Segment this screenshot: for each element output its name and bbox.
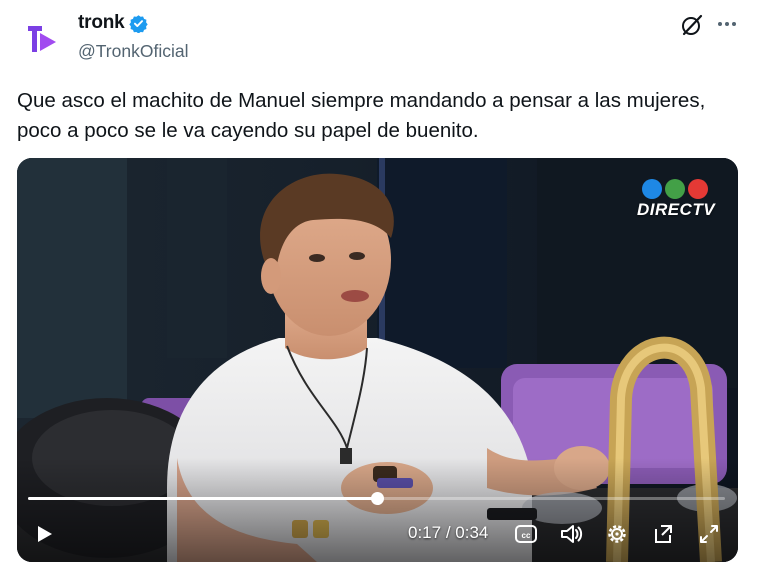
tweet-text-line-1: Que asco el machito de Manuel siempre ma… <box>17 89 706 112</box>
fullscreen-icon[interactable] <box>696 521 722 547</box>
progress-bar[interactable] <box>28 492 725 505</box>
tweet-header: tronk @TronkOficial <box>0 0 767 70</box>
video-player[interactable]: DIRECTV 0:17 / 0:34 cc <box>17 158 738 562</box>
progress-handle[interactable] <box>370 492 384 505</box>
tronk-logo-icon <box>28 26 56 52</box>
grok-icon[interactable] <box>680 13 704 37</box>
current-time: 0:17 <box>408 523 442 542</box>
video-controls: 0:17 / 0:34 cc <box>17 510 738 562</box>
logo-dot-red <box>688 179 708 199</box>
tweet-text-line-2: poco a poco se le va cayendo su papel de… <box>17 119 479 142</box>
verified-badge-icon <box>128 14 148 34</box>
display-name[interactable]: tronk <box>78 12 125 34</box>
pop-out-icon[interactable] <box>650 521 676 547</box>
logo-dot-blue <box>642 179 662 199</box>
directv-dots-icon <box>642 179 708 199</box>
name-row: tronk <box>78 12 148 34</box>
settings-icon[interactable] <box>604 521 630 547</box>
user-handle[interactable]: @TronkOficial <box>78 41 188 62</box>
channel-logo: DIRECTV <box>636 200 716 219</box>
svg-text:cc: cc <box>522 531 531 540</box>
volume-icon[interactable] <box>558 521 584 547</box>
progress-fill <box>28 497 377 500</box>
time-display: 0:17 / 0:34 <box>408 523 489 542</box>
tweet-text: Que asco el machito de Manuel siempre ma… <box>17 86 757 146</box>
avatar[interactable] <box>22 18 62 58</box>
play-icon[interactable] <box>33 523 55 545</box>
captions-icon[interactable]: cc <box>513 521 539 547</box>
duration: 0:34 <box>455 523 489 542</box>
logo-dot-green <box>665 179 685 199</box>
more-options-icon[interactable] <box>716 13 738 35</box>
